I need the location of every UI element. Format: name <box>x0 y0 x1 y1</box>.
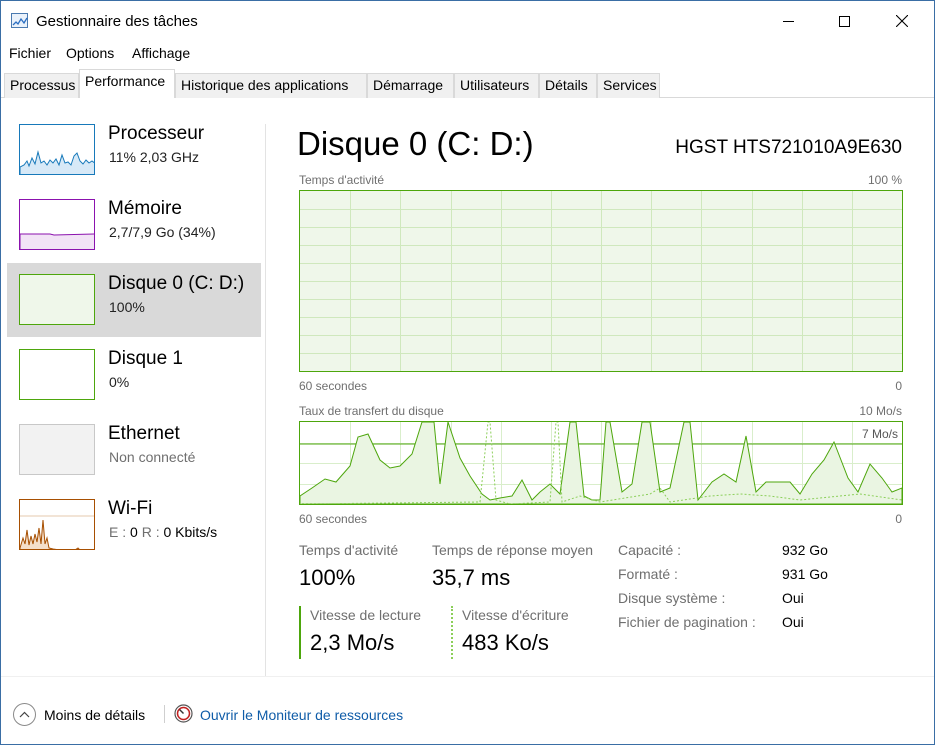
chevron-up-icon <box>19 711 30 718</box>
sidebar-item-label: Ethernet <box>108 423 180 444</box>
wifi-send-label: E : <box>109 524 127 540</box>
system-disk-value: Oui <box>782 590 804 606</box>
sidebar-item-sub: E : 0 R : 0 Kbits/s <box>109 524 217 540</box>
ethernet-graph-thumbnail <box>19 424 95 475</box>
footer-divider <box>164 705 165 723</box>
transfer-graph-max: 10 Mo/s <box>859 404 902 418</box>
tab-bar: Processus Performance Historique des app… <box>1 69 934 99</box>
active-time-value: 100% <box>299 565 356 590</box>
cpu-graph-thumbnail <box>19 124 95 175</box>
tab-historique[interactable]: Historique des applications <box>175 73 367 98</box>
transfer-graph-min: 0 <box>895 512 902 526</box>
menu-bar: Fichier Options Affichage <box>1 41 934 65</box>
read-speed-label: Vitesse de lecture <box>310 607 422 623</box>
less-details-button[interactable] <box>13 703 36 726</box>
wifi-send-value: 0 <box>130 524 138 540</box>
menu-affichage[interactable]: Affichage <box>132 45 190 61</box>
sidebar-item-label: Wi-Fi <box>108 498 153 519</box>
sidebar-item-sub: 0% <box>109 374 130 390</box>
disk-graph-thumbnail <box>19 349 95 400</box>
sidebar-item-memoire[interactable]: Mémoire 2,7/7,9 Go (34%) <box>7 188 261 262</box>
sidebar-divider <box>265 124 266 676</box>
sidebar-item-sub: 100% <box>109 299 145 315</box>
transfer-graph-time: 60 secondes <box>299 512 368 526</box>
sidebar-item-disque-1[interactable]: Disque 1 0% <box>7 338 261 412</box>
activity-graph-label: Temps d'activité <box>299 173 384 187</box>
active-time-label: Temps d'activité <box>299 542 399 558</box>
sidebar-item-label: Processeur <box>108 123 205 144</box>
formatted-value: 931 Go <box>782 566 828 582</box>
maximize-button[interactable] <box>821 1 867 41</box>
read-speed-value: 2,3 Mo/s <box>310 630 395 655</box>
write-speed-label: Vitesse d'écriture <box>462 607 569 623</box>
activity-graph-time: 60 secondes <box>299 379 368 393</box>
tab-utilisateurs[interactable]: Utilisateurs <box>454 73 539 98</box>
resource-monitor-link[interactable]: Ouvrir le Moniteur de ressources <box>200 707 403 723</box>
tab-performance[interactable]: Performance <box>79 69 175 99</box>
read-speed-indicator <box>299 606 301 659</box>
sidebar-item-label: Mémoire <box>108 198 182 219</box>
close-icon <box>896 15 908 27</box>
capacity-label: Capacité : <box>618 542 682 558</box>
sidebar-item-sub: 2,7/7,9 Go (34%) <box>109 224 216 240</box>
wifi-graph-thumbnail <box>19 499 95 550</box>
sidebar-item-label: Disque 1 <box>108 348 183 369</box>
memory-graph-thumbnail <box>19 199 95 250</box>
transfer-graph-line-label: 7 Mo/s <box>861 427 898 441</box>
task-manager-icon <box>11 13 28 28</box>
sidebar-item-sub: 11% 2,03 GHz <box>109 149 200 165</box>
disk-graph-thumbnail <box>19 274 95 325</box>
footer: Moins de détails Ouvrir le Moniteur de r… <box>1 676 934 744</box>
maximize-icon <box>838 15 850 27</box>
window-title: Gestionnaire des tâches <box>36 13 198 30</box>
response-time-value: 35,7 ms <box>432 565 511 590</box>
performance-panel: Processeur 11% 2,03 GHz Mémoire 2,7/7,9 … <box>1 98 934 676</box>
title-bar[interactable]: Gestionnaire des tâches <box>1 1 934 41</box>
resource-monitor-icon[interactable] <box>174 704 193 723</box>
minimize-button[interactable] <box>765 1 811 41</box>
disk-title: Disque 0 (C: D:) <box>297 125 534 162</box>
page-file-value: Oui <box>782 614 804 630</box>
tab-demarrage[interactable]: Démarrage <box>367 73 454 98</box>
sidebar-item-wifi[interactable]: Wi-Fi E : 0 R : 0 Kbits/s <box>7 488 261 562</box>
tab-services[interactable]: Services <box>597 73 660 98</box>
close-button[interactable] <box>879 1 925 41</box>
menu-options[interactable]: Options <box>66 45 114 61</box>
sidebar-item-disque-0[interactable]: Disque 0 (C: D:) 100% <box>7 263 261 337</box>
task-manager-window: Gestionnaire des tâches Fichier Options … <box>0 0 935 745</box>
wifi-receive-value: 0 Kbits/s <box>163 524 218 540</box>
write-speed-value: 483 Ko/s <box>462 630 549 655</box>
transfer-graph-label: Taux de transfert du disque <box>299 404 444 418</box>
capacity-value: 932 Go <box>782 542 828 558</box>
page-file-label: Fichier de pagination : <box>618 614 756 630</box>
less-details-link[interactable]: Moins de détails <box>44 707 145 723</box>
sidebar-item-label: Disque 0 (C: D:) <box>108 273 245 294</box>
write-speed-indicator <box>451 606 453 659</box>
sidebar-item-sub: Non connecté <box>109 449 196 465</box>
minimize-icon <box>782 20 794 22</box>
activity-graph <box>299 190 903 372</box>
formatted-label: Formaté : <box>618 566 678 582</box>
response-time-label: Temps de réponse moyen <box>432 542 594 558</box>
menu-fichier[interactable]: Fichier <box>9 45 51 61</box>
tab-details[interactable]: Détails <box>539 73 597 98</box>
system-disk-label: Disque système : <box>618 590 726 606</box>
sidebar-item-processeur[interactable]: Processeur 11% 2,03 GHz <box>7 113 261 187</box>
wifi-receive-label: R : <box>141 524 160 540</box>
disk-model: HGST HTS721010A9E630 <box>675 137 902 158</box>
sidebar-item-ethernet[interactable]: Ethernet Non connecté <box>7 413 261 487</box>
tab-processus[interactable]: Processus <box>4 73 79 98</box>
transfer-graph: 7 Mo/s <box>299 421 903 505</box>
activity-graph-min: 0 <box>895 379 902 393</box>
activity-graph-max: 100 % <box>867 173 902 187</box>
